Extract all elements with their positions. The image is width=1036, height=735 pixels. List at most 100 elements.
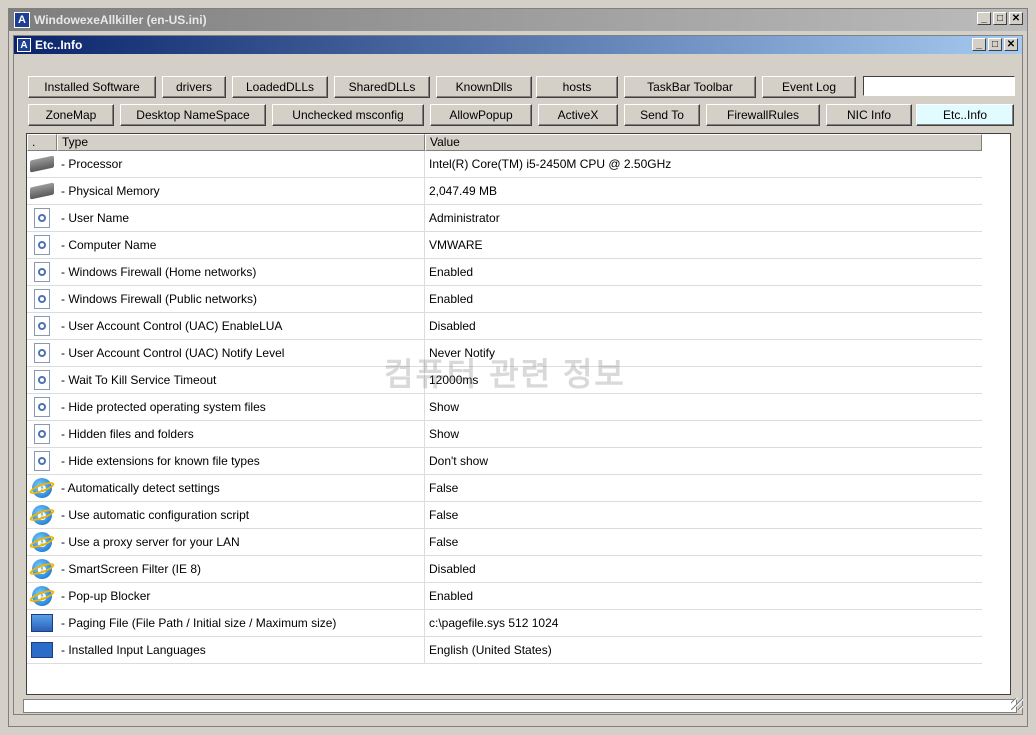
activex-button[interactable]: ActiveX <box>538 104 618 126</box>
status-bar <box>23 699 1017 713</box>
row-type: - SmartScreen Filter (IE 8) <box>57 556 425 582</box>
row-type: - Windows Firewall (Public networks) <box>57 286 425 312</box>
row-type: - Computer Name <box>57 232 425 258</box>
row-value: 12000ms <box>429 373 479 387</box>
row-icon-cell <box>27 367 57 393</box>
table-row[interactable]: - User Name Administrator <box>27 205 982 232</box>
row-value: Disabled <box>429 562 476 576</box>
close-button[interactable]: ✕ <box>1009 12 1023 25</box>
row-value: Enabled <box>429 265 474 279</box>
resize-grip[interactable] <box>1011 698 1023 710</box>
table-row[interactable]: - Processor Intel(R) Core(TM) i5-2450M CP… <box>27 151 982 178</box>
etc-info-button[interactable]: Etc..Info <box>916 104 1014 126</box>
hosts-button[interactable]: hosts <box>536 76 618 98</box>
row-icon-cell: e <box>27 502 57 528</box>
row-icon-cell: e <box>27 583 57 609</box>
shared-dlls-button[interactable]: SharedDLLs <box>334 76 430 98</box>
firewall-rules-button[interactable]: FirewallRules <box>706 104 820 126</box>
doc-icon <box>34 262 50 282</box>
row-type: - Installed Input Languages <box>57 637 425 663</box>
drivers-button[interactable]: drivers <box>162 76 226 98</box>
row-icon-cell <box>27 178 57 204</box>
send-to-button[interactable]: Send To <box>624 104 700 126</box>
row-type: - Use a proxy server for your LAN <box>57 529 425 555</box>
loaded-dlls-button[interactable]: LoadedDLLs <box>232 76 328 98</box>
minimize-button[interactable]: _ <box>977 12 991 25</box>
table-row[interactable]: - Windows Firewall (Home networks) Enable… <box>27 259 982 286</box>
doc-icon <box>34 316 50 336</box>
row-icon-cell <box>27 286 57 312</box>
row-icon-cell <box>27 259 57 285</box>
row-icon-cell <box>27 421 57 447</box>
column-header-type[interactable]: Type <box>57 134 425 151</box>
row-type: - User Account Control (UAC) EnableLUA <box>57 313 425 339</box>
inner-window-title: Etc..Info <box>35 38 83 52</box>
table-row[interactable]: - Hide protected operating system files S… <box>27 394 982 421</box>
table-row[interactable]: - Paging File (File Path / Initial size … <box>27 610 982 637</box>
table-row[interactable]: - Installed Input Languages English (Unit… <box>27 637 982 664</box>
installed-software-button[interactable]: Installed Software <box>28 76 156 98</box>
list-header: . Type Value <box>27 134 982 151</box>
inner-titlebar[interactable]: A Etc..Info _ □ ✕ <box>14 36 1022 54</box>
row-value: Intel(R) Core(TM) i5-2450M CPU @ 2.50GHz <box>429 157 672 171</box>
table-row[interactable]: - Computer Name VMWARE <box>27 232 982 259</box>
taskbar-toolbar-button[interactable]: TaskBar Toolbar <box>624 76 756 98</box>
row-value: Administrator <box>429 211 500 225</box>
outer-titlebar[interactable]: A WindowexeAllkiller (en-US.ini) _ □ ✕ <box>9 9 1027 31</box>
doc-icon <box>34 370 50 390</box>
row-icon-cell: e <box>27 556 57 582</box>
row-value: Never Notify <box>429 346 496 360</box>
table-row[interactable]: e- Use a proxy server for your LAN False <box>27 529 982 556</box>
table-row[interactable]: - User Account Control (UAC) EnableLUA Di… <box>27 313 982 340</box>
row-icon-cell <box>27 394 57 420</box>
table-row[interactable]: e- Automatically detect settings False <box>27 475 982 502</box>
row-type: - Hide extensions for known file types <box>57 448 425 474</box>
table-row[interactable]: e- Pop-up Blocker Enabled <box>27 583 982 610</box>
row-icon-cell <box>27 232 57 258</box>
row-type: - Use automatic configuration script <box>57 502 425 528</box>
nic-info-button[interactable]: NIC Info <box>826 104 912 126</box>
zonemap-button[interactable]: ZoneMap <box>28 104 114 126</box>
row-type: - Processor <box>57 151 425 177</box>
row-icon-cell <box>27 151 57 177</box>
unchecked-msconfig-button[interactable]: Unchecked msconfig <box>272 104 424 126</box>
row-type: - Wait To Kill Service Timeout <box>57 367 425 393</box>
table-row[interactable]: - Wait To Kill Service Timeout 12000ms <box>27 367 982 394</box>
doc-icon <box>34 235 50 255</box>
app-icon: A <box>14 12 30 28</box>
ie-icon: e <box>32 478 52 498</box>
row-icon-cell <box>27 205 57 231</box>
ie-icon: e <box>32 586 52 606</box>
inner-app-icon: A <box>17 38 31 52</box>
row-value: Don't show <box>429 454 488 468</box>
info-listview[interactable]: . Type Value - Processor Intel(R) Core(TM… <box>26 133 1011 695</box>
known-dlls-button[interactable]: KnownDlls <box>436 76 532 98</box>
column-header-icon[interactable]: . <box>27 134 57 151</box>
row-value: Enabled <box>429 292 474 306</box>
table-row[interactable]: - User Account Control (UAC) Notify Leve… <box>27 340 982 367</box>
row-value: Show <box>429 427 460 441</box>
table-row[interactable]: - Hide extensions for known file types Do… <box>27 448 982 475</box>
ie-icon: e <box>32 505 52 525</box>
doc-icon <box>34 451 50 471</box>
table-row[interactable]: e- SmartScreen Filter (IE 8) Disabled <box>27 556 982 583</box>
table-row[interactable]: e- Use automatic configuration script Fal… <box>27 502 982 529</box>
row-type: - User Account Control (UAC) Notify Leve… <box>57 340 425 366</box>
table-row[interactable]: - Windows Firewall (Public networks) Enab… <box>27 286 982 313</box>
maximize-button[interactable]: □ <box>993 12 1007 25</box>
search-input[interactable] <box>863 76 1015 96</box>
allow-popup-button[interactable]: AllowPopup <box>430 104 532 126</box>
row-value: Disabled <box>429 319 476 333</box>
table-row[interactable]: - Physical Memory 2,047.49 MB <box>27 178 982 205</box>
event-log-button[interactable]: Event Log <box>762 76 856 98</box>
row-type: - Windows Firewall (Home networks) <box>57 259 425 285</box>
row-value: English (United States) <box>429 643 552 657</box>
inner-minimize-button[interactable]: _ <box>972 38 986 51</box>
chip-icon <box>30 155 54 173</box>
inner-close-button[interactable]: ✕ <box>1004 38 1018 51</box>
desktop-namespace-button[interactable]: Desktop NameSpace <box>120 104 266 126</box>
row-type: - Hide protected operating system files <box>57 394 425 420</box>
column-header-value[interactable]: Value <box>425 134 982 151</box>
inner-maximize-button[interactable]: □ <box>988 38 1002 51</box>
table-row[interactable]: - Hidden files and folders Show <box>27 421 982 448</box>
